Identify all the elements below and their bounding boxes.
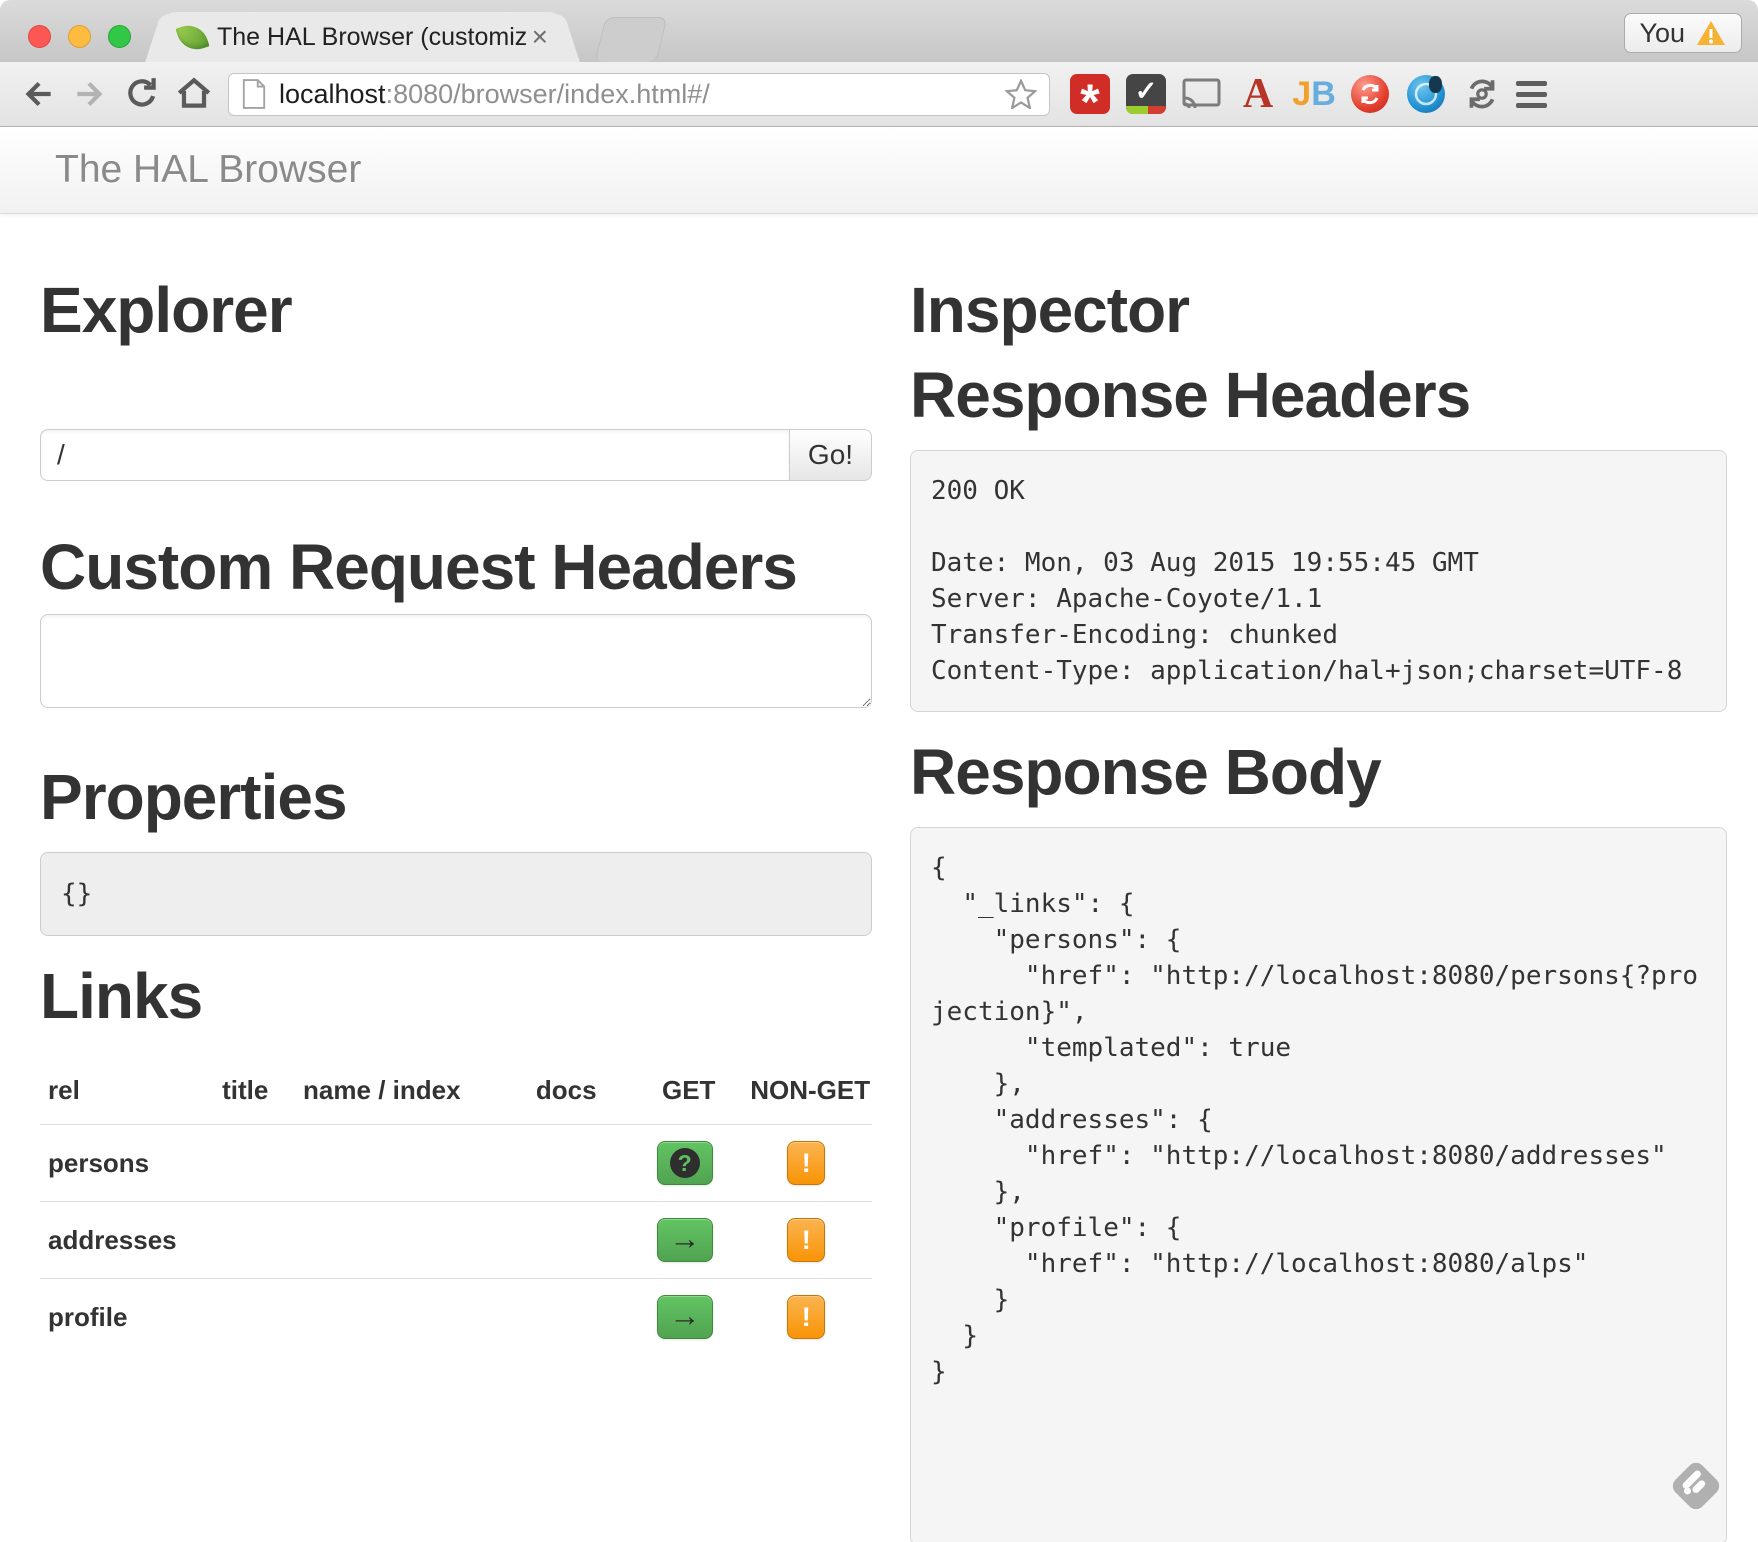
non-get-button[interactable]: !	[787, 1141, 825, 1185]
tab-close-icon[interactable]: ×	[532, 23, 548, 51]
tab-title: The HAL Browser (customiz	[217, 23, 526, 52]
explorer-column: Explorer Go! Custom Request Headers Prop…	[40, 214, 872, 1542]
lastpass-extension-icon[interactable]: *	[1070, 74, 1110, 114]
red-refresh-extension-icon[interactable]	[1350, 74, 1390, 114]
explorer-address-input[interactable]	[40, 429, 790, 481]
blue-circle-extension-icon[interactable]	[1406, 74, 1446, 114]
navbar-brand: The HAL Browser	[55, 148, 361, 192]
inspector-heading: Inspector	[910, 276, 1727, 345]
get-button[interactable]: →	[657, 1295, 713, 1339]
url-host: localhost	[279, 79, 386, 110]
window-controls	[28, 25, 131, 48]
response-headers-panel: 200 OK Date: Mon, 03 Aug 2015 19:55:45 G…	[910, 450, 1727, 712]
response-body-heading: Response Body	[910, 738, 1727, 807]
profile-button[interactable]: You	[1624, 13, 1742, 53]
response-headers-heading: Response Headers	[910, 361, 1727, 430]
zoom-window-button[interactable]	[108, 25, 131, 48]
custom-request-headers-heading: Custom Request Headers	[40, 533, 872, 602]
response-body-panel: { "_links": { "persons": { "href": "http…	[910, 827, 1727, 1542]
non-get-button[interactable]: !	[787, 1295, 825, 1339]
rel-cell: persons	[40, 1125, 214, 1202]
browser-tab[interactable]: The HAL Browser (customiz ×	[165, 12, 560, 62]
tab-bar: The HAL Browser (customiz × You	[0, 0, 1758, 62]
a-extension-icon[interactable]: A	[1238, 74, 1278, 114]
browser-window: The HAL Browser (customiz × You	[0, 0, 1758, 1542]
links-heading: Links	[40, 962, 872, 1031]
arrow-right-icon: →	[669, 1223, 700, 1254]
chromecast-extension-icon[interactable]	[1182, 74, 1222, 114]
chrome-menu-button[interactable]	[1516, 81, 1547, 108]
checker-extension-icon[interactable]: ✓	[1126, 74, 1166, 114]
url-path: :8080/browser/index.html#/	[386, 79, 710, 110]
close-window-button[interactable]	[28, 25, 51, 48]
column-title: title	[214, 1075, 295, 1125]
table-row: addresses → !	[40, 1202, 872, 1279]
profile-label: You	[1639, 18, 1685, 49]
new-tab-button[interactable]	[594, 17, 667, 62]
exclamation-icon: !	[802, 1302, 811, 1333]
question-icon: ?	[670, 1148, 700, 1178]
exclamation-icon: !	[802, 1225, 811, 1256]
reload-button[interactable]	[123, 75, 161, 113]
links-table-header: rel title name / index docs GET NON-GET	[40, 1075, 872, 1125]
jetbrains-extension-icon[interactable]: JB	[1294, 74, 1334, 114]
get-button[interactable]: →	[657, 1218, 713, 1262]
home-button[interactable]	[175, 75, 213, 113]
page-content: Explorer Go! Custom Request Headers Prop…	[0, 214, 1758, 1542]
page-icon	[241, 79, 267, 109]
get-button[interactable]: ?	[657, 1141, 713, 1185]
rel-cell: profile	[40, 1279, 214, 1356]
forward-button[interactable]	[71, 75, 109, 113]
column-name-index: name / index	[295, 1075, 528, 1125]
exclamation-icon: !	[802, 1148, 811, 1179]
inspector-column: Inspector Response Headers 200 OK Date: …	[910, 214, 1727, 1542]
page-navbar: The HAL Browser	[0, 127, 1758, 214]
back-button[interactable]	[19, 75, 57, 113]
browser-toolbar: localhost :8080/browser/index.html#/ * ✓…	[0, 62, 1758, 127]
column-non-get: NON-GET	[740, 1075, 872, 1125]
explorer-address-group: Go!	[40, 429, 872, 481]
warning-icon	[1695, 19, 1727, 47]
bookmark-star-icon[interactable]	[1005, 79, 1037, 109]
response-body-wrap: { "_links": { "persons": { "href": "http…	[910, 827, 1727, 1542]
address-bar[interactable]: localhost :8080/browser/index.html#/	[228, 73, 1050, 116]
table-row: profile → !	[40, 1279, 872, 1356]
go-button[interactable]: Go!	[790, 429, 872, 481]
column-get: GET	[629, 1075, 740, 1125]
custom-request-headers-textarea[interactable]	[40, 614, 872, 708]
properties-heading: Properties	[40, 763, 872, 832]
explorer-heading: Explorer	[40, 276, 872, 345]
rel-cell: addresses	[40, 1202, 214, 1279]
table-row: persons ? !	[40, 1125, 872, 1202]
links-table: rel title name / index docs GET NON-GET …	[40, 1075, 872, 1355]
column-rel: rel	[40, 1075, 214, 1125]
column-docs: docs	[528, 1075, 629, 1125]
arrow-right-icon: →	[669, 1300, 700, 1331]
properties-value: {}	[61, 879, 92, 909]
sync-extension-icon[interactable]	[1462, 74, 1502, 114]
minimize-window-button[interactable]	[68, 25, 91, 48]
spring-leaf-favicon	[175, 20, 209, 54]
non-get-button[interactable]: !	[787, 1218, 825, 1262]
properties-value-box: {}	[40, 852, 872, 936]
